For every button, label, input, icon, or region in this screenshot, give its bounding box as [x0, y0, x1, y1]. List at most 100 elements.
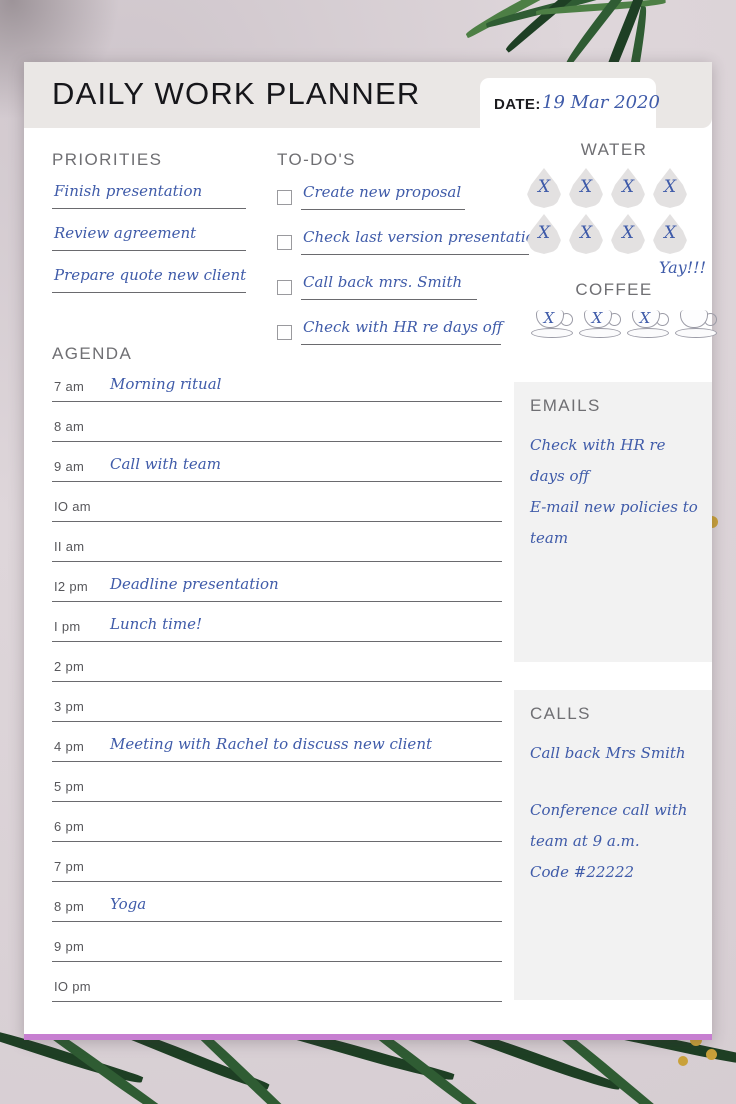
agenda-time: 5 pm	[54, 779, 85, 794]
water-drop-icon[interactable]: X	[653, 214, 687, 254]
agenda-entry[interactable]: Call with team	[110, 455, 221, 473]
agenda-time: IO am	[54, 499, 91, 514]
agenda-row[interactable]: II am	[52, 530, 504, 570]
water-drop-icon[interactable]: X	[611, 214, 645, 254]
water-drop-icon[interactable]: X	[527, 168, 561, 208]
agenda-time: II am	[54, 539, 85, 554]
todo-row[interactable]: Call back mrs. Smith	[277, 272, 527, 317]
todo-checkbox[interactable]	[277, 235, 292, 250]
agenda-entry[interactable]: Deadline presentation	[110, 575, 279, 593]
cup-mark: X	[591, 309, 603, 327]
calls-title: CALLS	[530, 704, 591, 723]
drop-mark: X	[663, 177, 677, 197]
water-drop-icon[interactable]: X	[569, 214, 603, 254]
emails-body[interactable]: Check with HR re days off E-mail new poli…	[530, 430, 698, 554]
agenda-row[interactable]: 9 am Call with team	[52, 450, 504, 490]
agenda-time: I2 pm	[54, 579, 89, 594]
priority-row[interactable]: Finish presentation	[52, 182, 272, 224]
agenda-time: 7 am	[54, 379, 85, 394]
todo-text[interactable]: Check last version presentation	[303, 228, 544, 246]
agenda-entry[interactable]: Lunch time!	[110, 615, 202, 633]
priority-text[interactable]: Prepare quote new client	[54, 266, 246, 284]
todos-title: TO-DO'S	[277, 150, 356, 169]
water-note: Yay!!!	[658, 258, 706, 277]
todo-rule	[301, 254, 529, 255]
agenda-row[interactable]: I2 pm Deadline presentation	[52, 570, 504, 610]
priority-text[interactable]: Finish presentation	[54, 182, 202, 200]
agenda-row[interactable]: 3 pm	[52, 690, 504, 730]
date-tab[interactable]: DATE: 19 Mar 2020	[480, 78, 660, 134]
todo-checkbox[interactable]	[277, 280, 292, 295]
todo-text[interactable]: Create new proposal	[303, 183, 461, 201]
todo-row[interactable]: Create new proposal	[277, 182, 527, 227]
agenda-entry[interactable]: Morning ritual	[110, 375, 221, 393]
agenda-rule	[52, 401, 502, 402]
agenda-rule	[52, 481, 502, 482]
coffee-cup-icon[interactable]: X	[530, 306, 573, 338]
agenda-row[interactable]: 6 pm	[52, 810, 504, 850]
date-label: DATE:	[494, 96, 541, 113]
drop-mark: X	[537, 223, 551, 243]
panel-line: Call back Mrs Smith	[530, 744, 686, 762]
agenda-row[interactable]: 7 am Morning ritual	[52, 370, 504, 410]
emails-panel: EMAILS Check with HR re days off E-mail n…	[514, 382, 712, 662]
agenda-entry[interactable]: Meeting with Rachel to discuss new clien…	[110, 735, 432, 753]
todos-section: TO-DO'S Create new proposal Check last ve…	[277, 150, 544, 362]
todos-list: Create new proposal Check last version pr…	[277, 182, 544, 362]
agenda-rule	[52, 681, 502, 682]
priority-row[interactable]: Prepare quote new client	[52, 266, 272, 308]
accent-bar	[24, 1034, 712, 1040]
drop-mark: X	[537, 177, 551, 197]
todo-checkbox[interactable]	[277, 325, 292, 340]
water-drop-icon[interactable]: X	[569, 168, 603, 208]
agenda-rule	[52, 961, 502, 962]
water-drop-icon[interactable]: X	[653, 168, 687, 208]
todo-checkbox[interactable]	[277, 190, 292, 205]
agenda-title: AGENDA	[52, 344, 133, 363]
drop-mark: X	[579, 177, 593, 197]
agenda-time: 6 pm	[54, 819, 85, 834]
drop-mark: X	[621, 177, 635, 197]
agenda-row[interactable]: 7 pm	[52, 850, 504, 890]
agenda-row[interactable]: 5 pm	[52, 770, 504, 810]
priority-rule	[52, 208, 246, 209]
agenda-rule	[52, 921, 502, 922]
agenda-entry[interactable]: Yoga	[110, 895, 146, 913]
agenda-row[interactable]: I pm Lunch time!	[52, 610, 504, 650]
calls-body[interactable]: Call back Mrs Smith Conference call with …	[530, 738, 698, 888]
water-drop-icon[interactable]: X	[527, 214, 561, 254]
agenda-rule	[52, 441, 502, 442]
agenda-rule	[52, 721, 502, 722]
agenda-row[interactable]: IO pm	[52, 970, 504, 1010]
agenda-rule	[52, 761, 502, 762]
todo-row[interactable]: Check last version presentation	[277, 227, 544, 272]
drop-mark: X	[621, 223, 635, 243]
coffee-cups: XXX	[530, 306, 717, 338]
agenda-row[interactable]: IO am	[52, 490, 504, 530]
panel-line: E-mail new policies to team	[530, 498, 698, 547]
agenda-time: I pm	[54, 619, 81, 634]
agenda-rule	[52, 641, 502, 642]
water-drop-icon[interactable]: X	[611, 168, 645, 208]
priority-rule	[52, 292, 246, 293]
agenda-row[interactable]: 8 pm Yoga	[52, 890, 504, 930]
priority-text[interactable]: Review agreement	[54, 224, 196, 242]
agenda-rule	[52, 521, 502, 522]
coffee-title: COFFEE	[575, 280, 653, 299]
date-value[interactable]: 19 Mar 2020	[542, 92, 660, 113]
priority-row[interactable]: Review agreement	[52, 224, 272, 266]
panel-line: Check with HR re days off	[530, 436, 666, 485]
agenda-row[interactable]: 8 am	[52, 410, 504, 450]
todo-text[interactable]: Call back mrs. Smith	[303, 273, 462, 291]
panel-line: Conference call with team at 9 a.m.	[530, 801, 688, 850]
priorities-title: PRIORITIES	[52, 150, 163, 169]
coffee-cup-icon[interactable]: X	[626, 306, 669, 338]
coffee-cup-icon[interactable]: X	[578, 306, 621, 338]
agenda-row[interactable]: 2 pm	[52, 650, 504, 690]
todo-rule	[301, 299, 477, 300]
coffee-cup-icon[interactable]	[674, 306, 717, 338]
agenda-time: 8 am	[54, 419, 85, 434]
agenda-row[interactable]: 4 pm Meeting with Rachel to discuss new c…	[52, 730, 504, 770]
todo-text[interactable]: Check with HR re days off	[303, 318, 502, 336]
agenda-row[interactable]: 9 pm	[52, 930, 504, 970]
